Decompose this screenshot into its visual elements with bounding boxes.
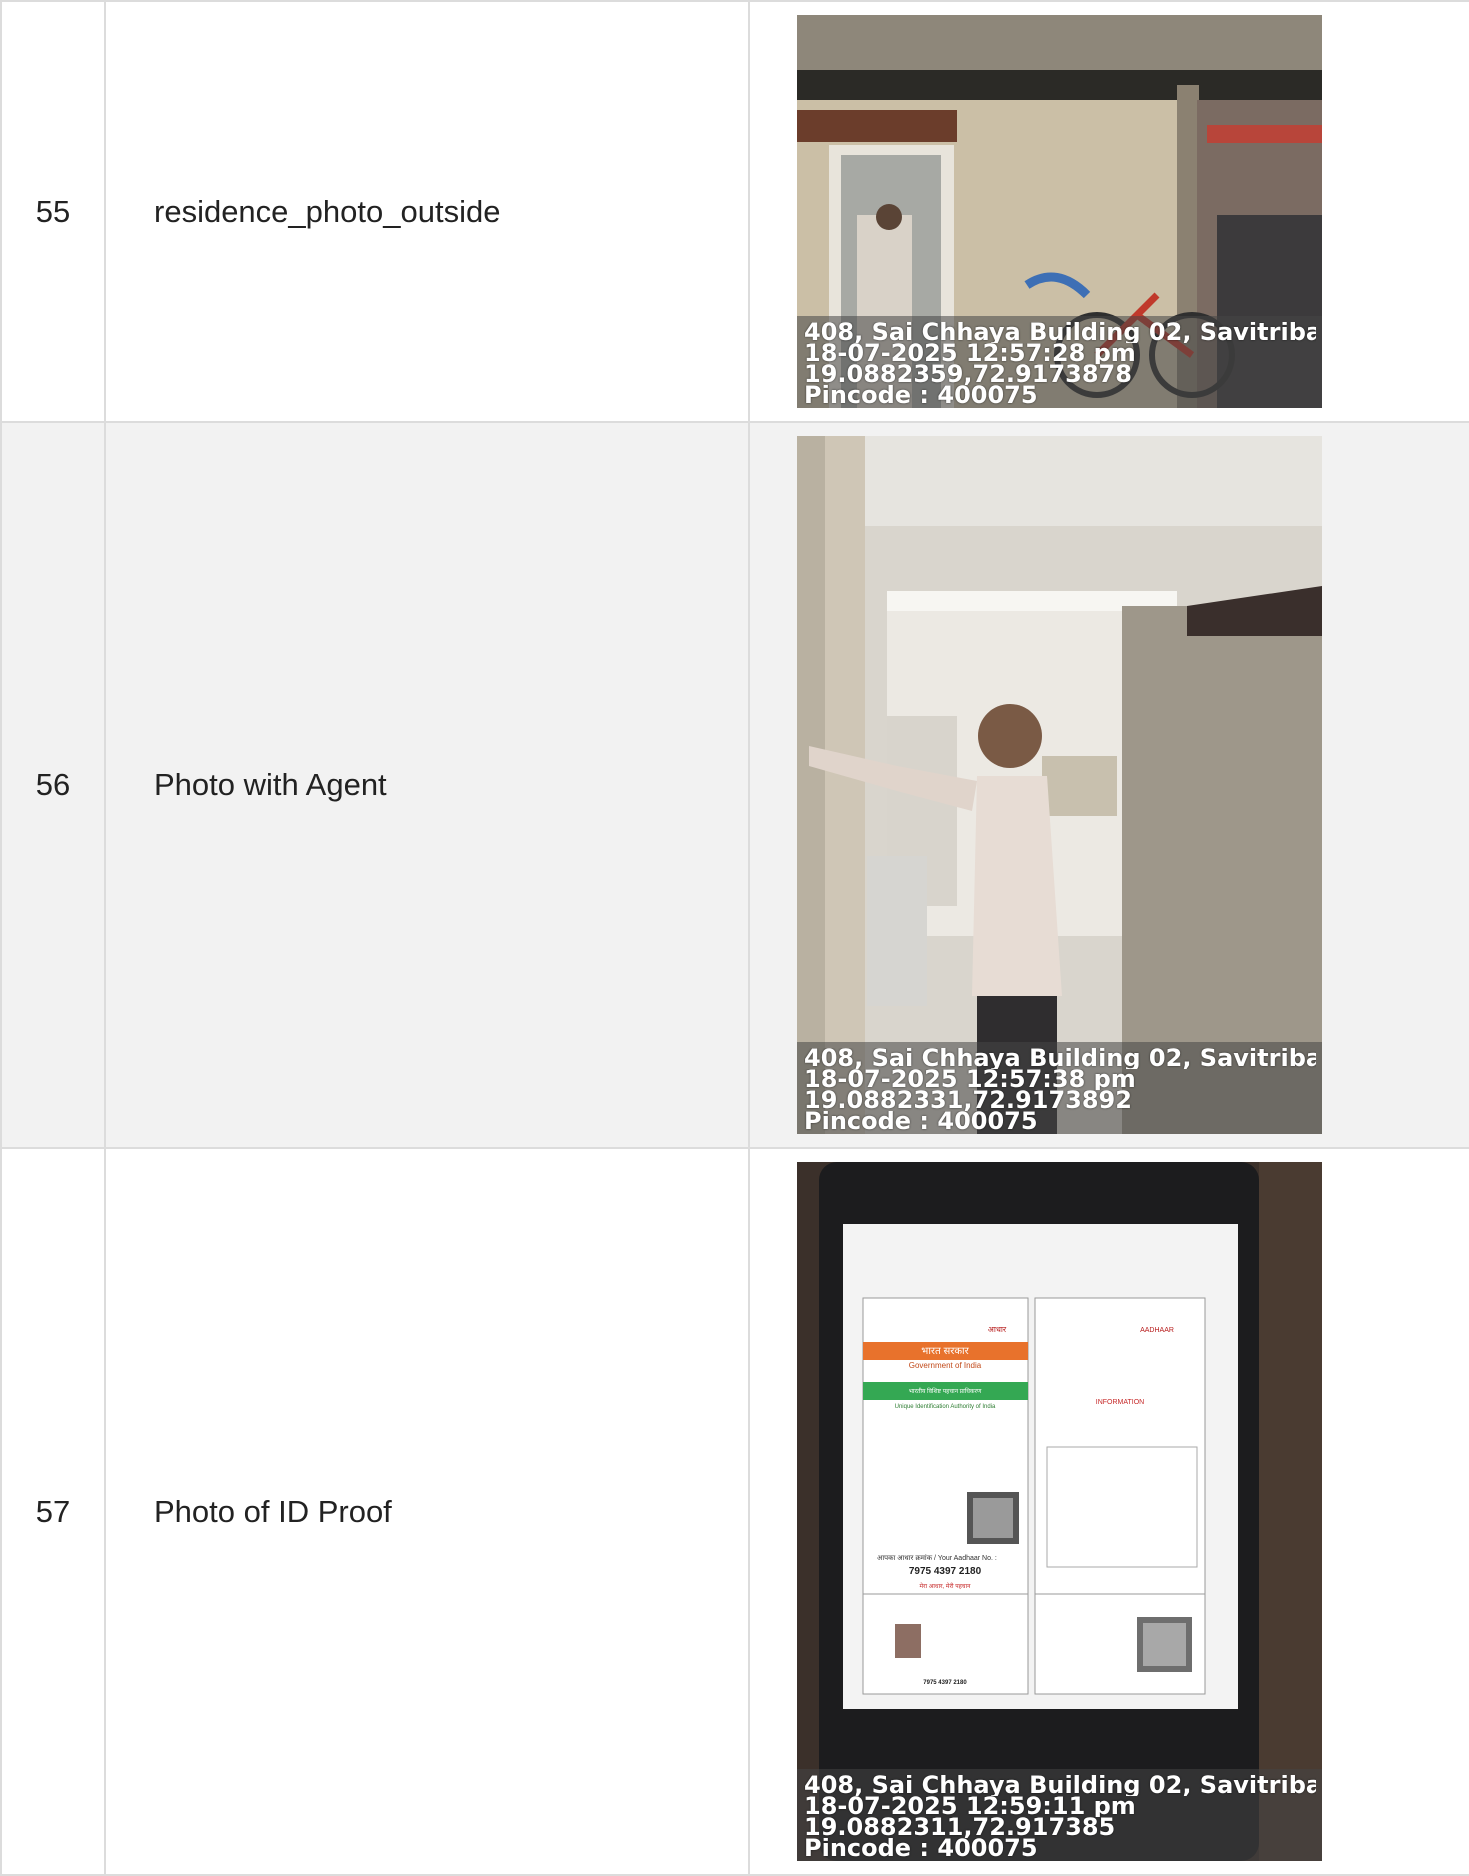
stamp-datetime: 18-07-2025 12:57:28 pm xyxy=(804,343,1136,364)
geo-stamp: 408, Sai Chhaya Building 02, Savitribai … xyxy=(797,316,1322,408)
stamp-coordinates: 19.0882311,72.917385 xyxy=(804,1817,1116,1838)
id-aadhaar-number: 7975 4397 2180 xyxy=(909,1566,982,1577)
table-row: 55 residence_photo_outside 408, Sai Chha… xyxy=(0,0,1469,423)
geo-stamp: 408, Sai Chhaya Building 02, Savitribai … xyxy=(797,1769,1322,1861)
id-uidai-hindi: भारतीय विशिष्ट पहचान प्राधिकरण xyxy=(909,1387,982,1395)
stamp-pincode: Pincode : 400075 xyxy=(804,385,1038,406)
stamp-coordinates: 19.0882359,72.9173878 xyxy=(804,364,1132,385)
residence-outside-photo[interactable]: 408, Sai Chhaya Building 02, Savitribai … xyxy=(797,15,1322,408)
row-number: 56 xyxy=(0,421,106,1149)
id-proof-photo[interactable]: भारत सरकार Government of India भारतीय वि… xyxy=(797,1162,1322,1861)
stamp-address: 408, Sai Chhaya Building 02, Savitribai … xyxy=(804,1775,1316,1796)
row-label: Photo of ID Proof xyxy=(104,1147,750,1876)
table-row: 56 Photo with Agent 408, Sai Chhaya Buil… xyxy=(0,421,1469,1149)
stamp-pincode: Pincode : 400075 xyxy=(804,1838,1038,1859)
agent-photo-image xyxy=(797,436,1322,1134)
row-number: 55 xyxy=(0,0,106,423)
id-tagline: मेरा आधार, मेरी पहचान xyxy=(920,1582,972,1590)
photo-cell: 408, Sai Chhaya Building 02, Savitribai … xyxy=(748,421,1469,1149)
stamp-pincode: Pincode : 400075 xyxy=(804,1111,1038,1132)
photo-table: 55 residence_photo_outside 408, Sai Chha… xyxy=(0,0,1469,1876)
stamp-address: 408, Sai Chhaya Building 02, Savitribai … xyxy=(804,1048,1316,1069)
table-row: 57 Photo of ID Proof भारत सरकार Governme… xyxy=(0,1147,1469,1876)
stamp-datetime: 18-07-2025 12:57:38 pm xyxy=(804,1069,1136,1090)
id-logo-text: आधार xyxy=(988,1325,1007,1334)
agent-photo[interactable]: 408, Sai Chhaya Building 02, Savitribai … xyxy=(797,436,1322,1134)
id-proof-image: भारत सरकार Government of India भारतीय वि… xyxy=(797,1162,1322,1861)
photo-cell: भारत सरकार Government of India भारतीय वि… xyxy=(748,1147,1469,1876)
row-label: Photo with Agent xyxy=(104,421,750,1149)
stamp-coordinates: 19.0882331,72.9173892 xyxy=(804,1090,1132,1111)
stamp-datetime: 18-07-2025 12:59:11 pm xyxy=(804,1796,1136,1817)
stamp-address: 408, Sai Chhaya Building 02, Savitribai … xyxy=(804,322,1316,343)
id-logo-text-en: AADHAAR xyxy=(1140,1327,1174,1334)
id-uidai: Unique Identification Authority of India xyxy=(895,1404,996,1410)
row-number: 57 xyxy=(0,1147,106,1876)
geo-stamp: 408, Sai Chhaya Building 02, Savitribai … xyxy=(797,1042,1322,1134)
id-info-heading: INFORMATION xyxy=(1096,1399,1144,1406)
id-hindi-header: भारत सरकार xyxy=(921,1346,969,1357)
id-gov-header: Government of India xyxy=(909,1361,982,1370)
photo-cell: 408, Sai Chhaya Building 02, Savitribai … xyxy=(748,0,1469,423)
id-aadhaar-number-small: 7975 4397 2180 xyxy=(923,1680,967,1686)
id-aadhaar-line: आपका आधार क्रमांक / Your Aadhaar No. : xyxy=(877,1554,997,1562)
row-label: residence_photo_outside xyxy=(104,0,750,423)
